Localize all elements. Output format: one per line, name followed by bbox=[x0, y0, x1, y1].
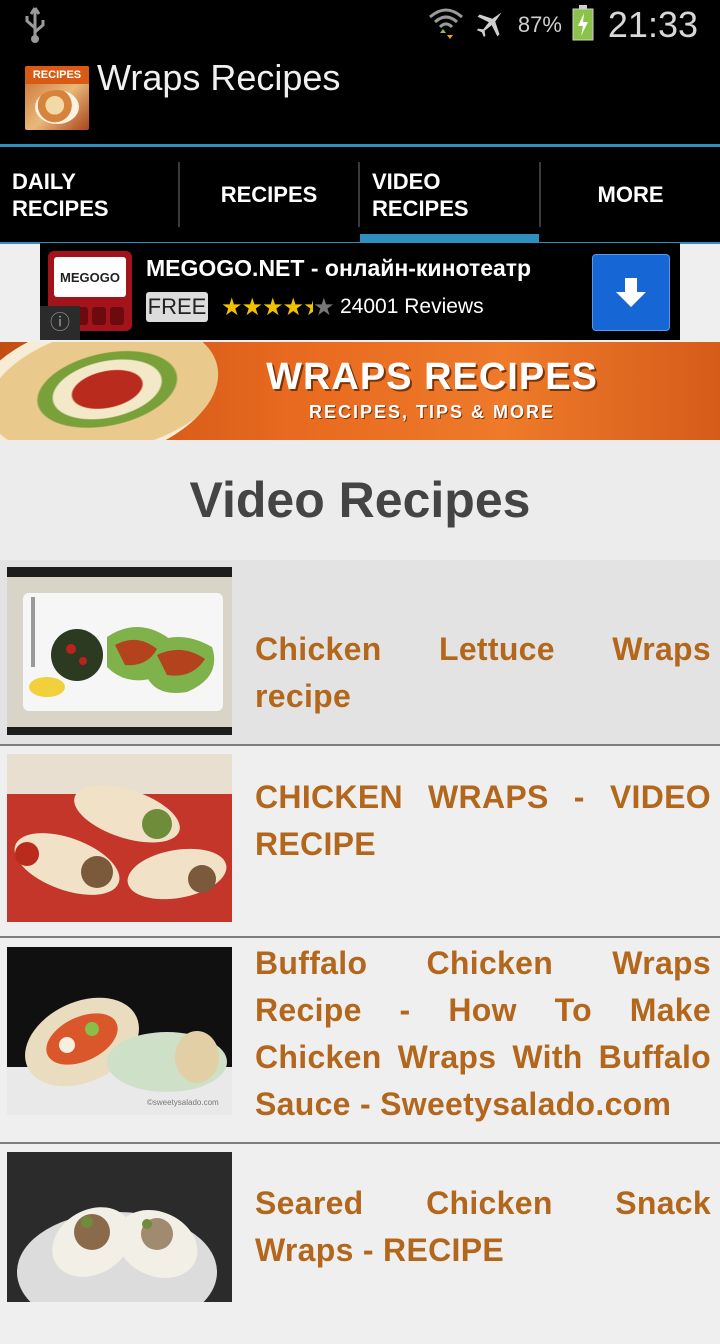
list-item[interactable]: Chicken Lettuce Wraps recipe bbox=[0, 560, 720, 746]
video-thumbnail bbox=[7, 754, 232, 922]
tab-daily-recipes[interactable]: DAILY RECIPES bbox=[12, 147, 178, 242]
wrap-food-image bbox=[0, 342, 232, 440]
ad-reviews: 24001 Reviews bbox=[340, 295, 484, 318]
list-item[interactable]: ©sweetysalado.com Buffalo Chicken Wraps … bbox=[0, 938, 720, 1144]
airplane-icon bbox=[474, 6, 508, 45]
list-item[interactable]: Seared Chicken Snack Wraps - RECIPE bbox=[0, 1144, 720, 1344]
ad-title: MEGOGO.NET - онлайн-кинотеатр bbox=[146, 255, 532, 281]
clock: 21:33 bbox=[607, 4, 698, 45]
status-bar: 87% 21:33 bbox=[0, 0, 720, 50]
tab-recipes[interactable]: RECIPES bbox=[180, 147, 358, 242]
video-thumbnail bbox=[7, 567, 232, 735]
tab-more[interactable]: MORE bbox=[541, 147, 720, 242]
tab-bar: DAILY RECIPES RECIPES VIDEO RECIPES MORE bbox=[0, 147, 720, 244]
promo-banner: WRAPS RECIPES RECIPES, TIPS & MORE bbox=[0, 342, 720, 440]
banner-title: WRAPS RECIPES bbox=[266, 356, 598, 398]
app-icon[interactable]: RECIPES bbox=[25, 66, 89, 130]
svg-text:©sweetysalado.com: ©sweetysalado.com bbox=[147, 1098, 219, 1107]
info-icon[interactable]: ⓘ bbox=[40, 306, 80, 340]
list-item[interactable]: CHICKEN WRAPS - VIDEO RECIPE bbox=[0, 746, 720, 938]
video-title: Chicken Lettuce Wraps recipe bbox=[255, 631, 711, 714]
tab-label: DAILY RECIPES bbox=[12, 168, 109, 221]
video-title: CHICKEN WRAPS - VIDEO RECIPE bbox=[255, 779, 711, 862]
tab-label: MORE bbox=[597, 182, 664, 207]
app-icon-badge: RECIPES bbox=[25, 66, 89, 84]
ad-price-badge: FREE bbox=[146, 292, 208, 322]
app-title: Wraps Recipes bbox=[97, 57, 341, 98]
food-plate-image bbox=[35, 90, 79, 124]
ad-banner[interactable]: MEGOGO ⓘ MEGOGO.NET - онлайн-кинотеатр F… bbox=[40, 243, 680, 340]
battery-percent: 87% bbox=[517, 12, 562, 37]
page-title: Video Recipes bbox=[0, 440, 720, 560]
banner-subtitle: RECIPES, TIPS & MORE bbox=[308, 402, 556, 422]
tab-video-recipes[interactable]: VIDEO RECIPES bbox=[360, 147, 539, 242]
battery-charging-icon bbox=[572, 4, 594, 46]
video-title: Buffalo Chicken Wraps Recipe - How To Ma… bbox=[255, 945, 711, 1122]
tab-label: VIDEO RECIPES bbox=[372, 168, 469, 221]
video-title: Seared Chicken Snack Wraps - RECIPE bbox=[255, 1185, 711, 1268]
ad-logo-text: MEGOGO bbox=[54, 257, 126, 297]
page-title-text: Video Recipes bbox=[189, 472, 531, 528]
video-list: Chicken Lettuce Wraps recipe CHICKEN WRA… bbox=[0, 560, 720, 1344]
video-thumbnail: ©sweetysalado.com bbox=[7, 947, 232, 1115]
ad-rating-stars: ★★★★★★ bbox=[221, 294, 335, 321]
wifi-icon bbox=[428, 5, 464, 46]
usb-icon bbox=[22, 6, 48, 49]
download-button[interactable] bbox=[592, 254, 670, 331]
tab-label: RECIPES bbox=[220, 182, 318, 207]
download-arrow-icon bbox=[616, 277, 646, 307]
